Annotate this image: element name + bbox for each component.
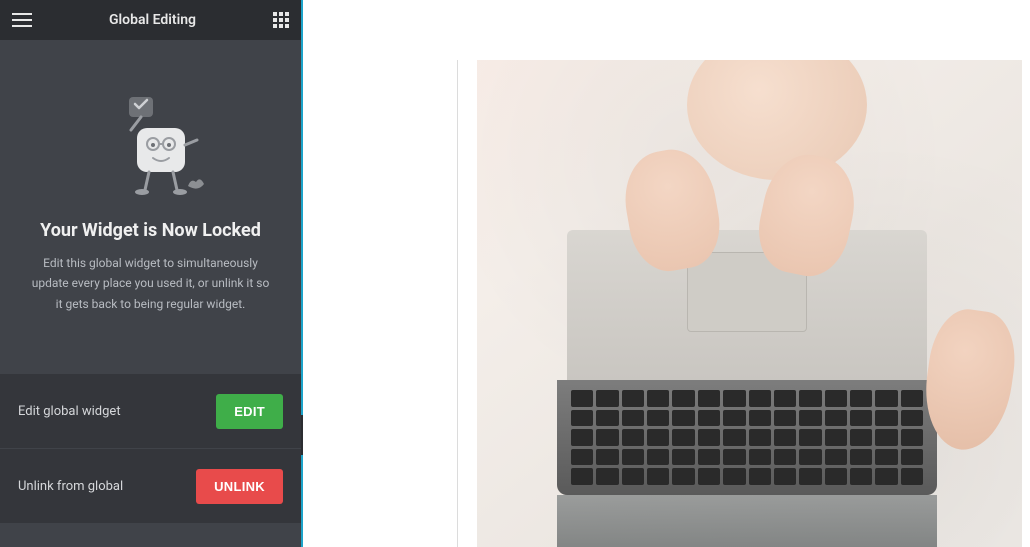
locked-title: Your Widget is Now Locked [20, 220, 281, 241]
photo-keyboard [557, 380, 937, 495]
locked-mascot-illustration [91, 90, 211, 200]
locked-description: Edit this global widget to simultaneousl… [20, 253, 281, 314]
image-widget[interactable] [477, 60, 1022, 547]
photo-laptop-screen [557, 495, 937, 547]
unlink-button[interactable]: UNLINK [196, 469, 283, 504]
edit-button[interactable]: EDIT [216, 394, 283, 429]
edit-global-label: Edit global widget [18, 404, 121, 419]
menu-icon[interactable] [12, 13, 32, 27]
editor-sidebar: Global Editing [0, 0, 303, 547]
unlink-global-label: Unlink from global [18, 479, 123, 494]
unlink-global-row: Unlink from global UNLINK [0, 449, 301, 524]
panel-title: Global Editing [109, 12, 196, 28]
editor-canvas[interactable] [303, 0, 1030, 547]
apps-grid-icon[interactable] [273, 12, 289, 28]
sidebar-header: Global Editing [0, 0, 301, 40]
edit-global-row: Edit global widget EDIT [0, 374, 301, 449]
column-divider [457, 60, 458, 547]
locked-widget-info: Your Widget is Now Locked Edit this glob… [0, 40, 301, 334]
photo-laptop [567, 230, 927, 530]
action-rows: Edit global widget EDIT Unlink from glob… [0, 374, 301, 524]
